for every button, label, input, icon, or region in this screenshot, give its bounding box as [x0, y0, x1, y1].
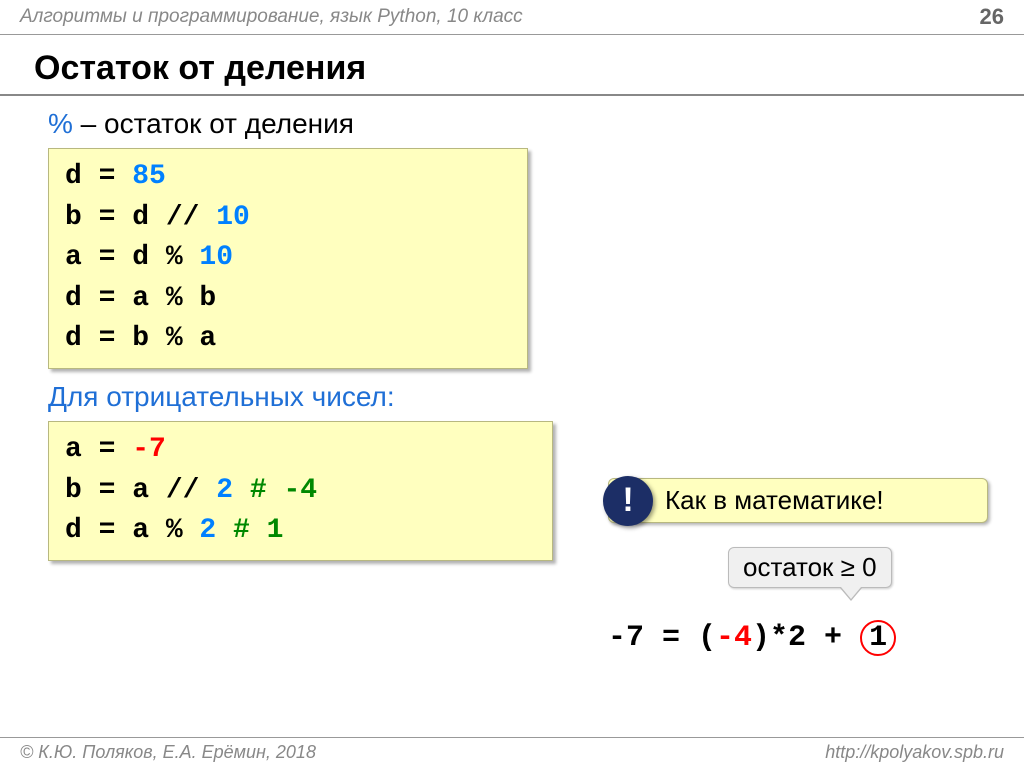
slide-header: Алгоритмы и программирование, язык Pytho… — [0, 0, 1024, 35]
equation: -7 = (-4)*2 + 1 — [608, 620, 988, 656]
code-line: b = d // 10 — [65, 198, 511, 239]
exclamation-icon: ! — [603, 476, 653, 526]
operator-text: – остаток от деления — [73, 108, 354, 139]
callout-math: ! Как в математике! — [608, 478, 988, 523]
course-label: Алгоритмы и программирование, язык Pytho… — [20, 6, 523, 28]
code-line: d = a % b — [65, 279, 511, 320]
circled-one: 1 — [860, 620, 896, 656]
callout-remainder: остаток ≥ 0 — [728, 547, 892, 588]
code-line: b = a // 2 # -4 — [65, 471, 536, 512]
code-block-a: d = 85 b = d // 10 a = d % 10 d = a % b … — [48, 148, 528, 369]
callout-remainder-text: остаток ≥ 0 — [743, 552, 877, 582]
negative-heading: Для отрицательных чисел: — [48, 381, 1024, 413]
callout-math-text: Как в математике! — [665, 485, 884, 515]
percent-operator: % — [48, 108, 73, 139]
code-line: d = a % 2 # 1 — [65, 511, 536, 552]
copyright: © К.Ю. Поляков, Е.А. Ерёмин, 2018 — [20, 742, 316, 763]
page-title: Остаток от деления — [0, 35, 1024, 96]
code-line: d = b % a — [65, 319, 511, 360]
code-line: d = 85 — [65, 157, 511, 198]
footer-link: http://kpolyakov.spb.ru — [825, 742, 1004, 763]
right-panel: ! Как в математике! остаток ≥ 0 -7 = (-4… — [608, 478, 988, 656]
page-number: 26 — [980, 4, 1004, 30]
code-block-b: a = -7 b = a // 2 # -4 d = a % 2 # 1 — [48, 421, 553, 561]
code-line: a = -7 — [65, 430, 536, 471]
code-line: a = d % 10 — [65, 238, 511, 279]
slide-footer: © К.Ю. Поляков, Е.А. Ерёмин, 2018 http:/… — [0, 737, 1024, 767]
operator-description: % – остаток от деления — [48, 108, 1024, 140]
